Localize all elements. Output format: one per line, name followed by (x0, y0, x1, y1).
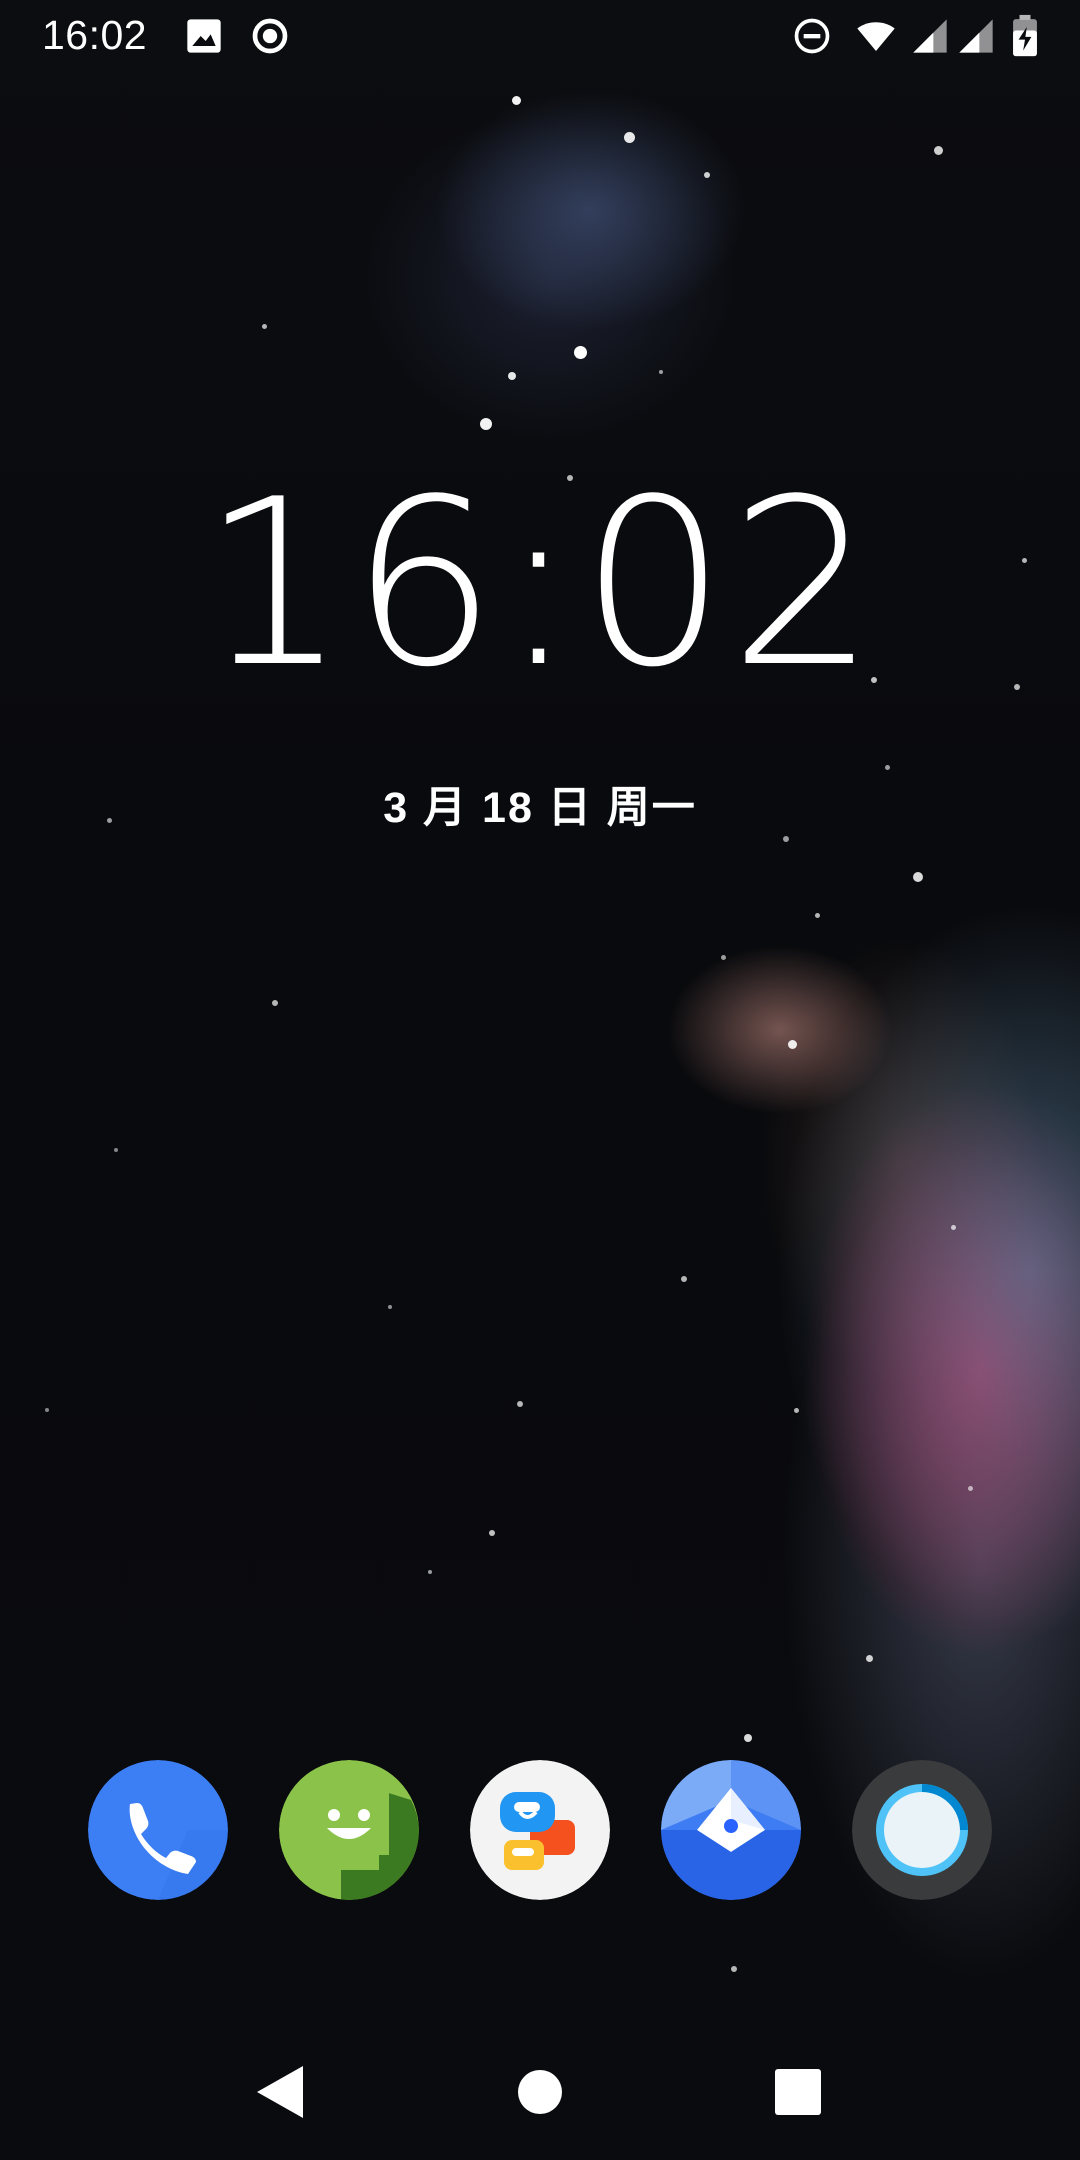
record-icon (252, 18, 288, 54)
lock-screen: 16:02 16:02 3 月 18 日 周一 (0, 0, 1080, 2160)
navigation-app[interactable] (661, 1760, 801, 1900)
translate-chat-app[interactable] (470, 1760, 610, 1900)
phone-icon (88, 1760, 228, 1900)
lock-time: 16:02 (201, 451, 879, 718)
do-not-disturb-icon (794, 18, 830, 54)
lock-date: 3 月 18 日 周一 (383, 784, 697, 832)
app-dock (0, 1760, 1080, 1900)
back-icon[interactable] (230, 2042, 330, 2142)
navigation-icon (661, 1760, 801, 1900)
lock-clock: 16:02 (0, 470, 1080, 700)
signal-icon-2 (959, 19, 993, 53)
navigation-bar (0, 2040, 1080, 2140)
assistant-app[interactable] (852, 1760, 992, 1900)
messaging-icon (279, 1760, 419, 1900)
recent-apps-icon[interactable] (748, 2042, 848, 2142)
home-icon[interactable] (490, 2042, 590, 2142)
signal-icon (913, 19, 947, 53)
status-bar: 16:02 (0, 0, 1080, 72)
image-icon (187, 19, 221, 53)
battery-charging-icon (1013, 14, 1037, 57)
phone-app[interactable] (88, 1760, 228, 1900)
status-time: 16:02 (42, 12, 148, 58)
assistant-ring-icon (852, 1760, 992, 1900)
translate-chat-icon (470, 1760, 610, 1900)
messaging-app[interactable] (279, 1760, 419, 1900)
wifi-icon (857, 22, 895, 51)
